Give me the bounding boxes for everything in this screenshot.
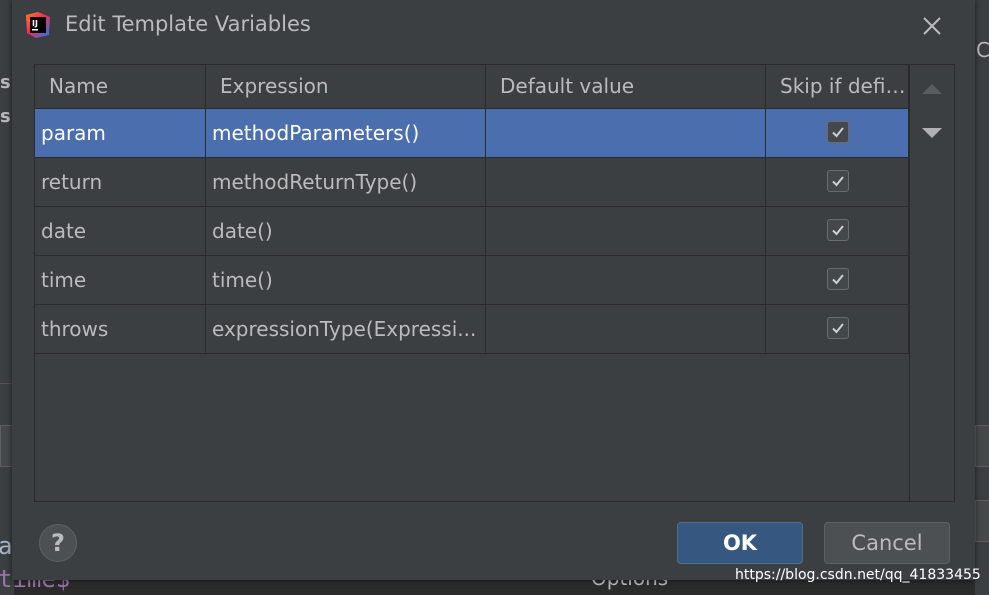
cell-name[interactable]: date bbox=[35, 207, 206, 256]
cancel-button[interactable]: Cancel bbox=[824, 522, 950, 564]
ide-left-text: s bbox=[0, 72, 11, 93]
variables-table-panel: Name Expression Default value Skip if de… bbox=[34, 64, 955, 502]
skip-if-defined-checkbox[interactable] bbox=[827, 121, 849, 143]
column-header-default-value[interactable]: Default value bbox=[486, 65, 766, 108]
table-header: Name Expression Default value Skip if de… bbox=[35, 65, 909, 109]
column-header-name[interactable]: Name bbox=[35, 65, 206, 108]
cell-expression[interactable]: time() bbox=[206, 256, 486, 305]
ide-right-field bbox=[975, 425, 989, 467]
skip-if-defined-checkbox[interactable] bbox=[827, 170, 849, 192]
move-up-icon[interactable] bbox=[918, 75, 946, 103]
cell-skip-if-defined bbox=[766, 109, 909, 158]
table-row[interactable]: throws expressionType(Expressi... bbox=[35, 305, 909, 354]
column-header-expression[interactable]: Expression bbox=[206, 65, 486, 108]
dialog-titlebar: IJ Edit Template Variables bbox=[12, 0, 975, 52]
dialog-title: Edit Template Variables bbox=[65, 12, 311, 36]
cell-skip-if-defined bbox=[766, 305, 909, 354]
ide-left-text: s bbox=[0, 106, 11, 127]
ide-right-field bbox=[975, 500, 989, 542]
cell-default-value[interactable] bbox=[486, 207, 766, 256]
cell-default-value[interactable] bbox=[486, 256, 766, 305]
table-row[interactable]: param methodParameters() bbox=[35, 109, 909, 158]
cell-default-value[interactable] bbox=[486, 305, 766, 354]
cell-name[interactable]: param bbox=[35, 109, 206, 158]
edit-template-variables-dialog: IJ Edit Template Variables Name Expressi… bbox=[12, 0, 975, 580]
cell-name[interactable]: throws bbox=[35, 305, 206, 354]
check-icon bbox=[832, 323, 844, 334]
cell-skip-if-defined bbox=[766, 207, 909, 256]
intellij-idea-icon: IJ bbox=[26, 12, 50, 38]
check-icon bbox=[832, 127, 844, 138]
variables-table: Name Expression Default value Skip if de… bbox=[35, 65, 910, 501]
ok-button[interactable]: OK bbox=[677, 522, 803, 564]
table-row[interactable]: return methodReturnType() bbox=[35, 158, 909, 207]
cell-expression[interactable]: expressionType(Expressi... bbox=[206, 305, 486, 354]
check-icon bbox=[832, 274, 844, 285]
cell-expression[interactable]: date() bbox=[206, 207, 486, 256]
close-icon[interactable] bbox=[918, 12, 946, 40]
skip-if-defined-checkbox[interactable] bbox=[827, 317, 849, 339]
ide-right-glyph: C bbox=[976, 38, 989, 62]
move-down-icon[interactable] bbox=[918, 119, 946, 147]
cell-expression[interactable]: methodReturnType() bbox=[206, 158, 486, 207]
cell-name[interactable]: time bbox=[35, 256, 206, 305]
cell-name[interactable]: return bbox=[35, 158, 206, 207]
check-icon bbox=[832, 176, 844, 187]
row-order-toolbar bbox=[911, 65, 954, 501]
skip-if-defined-checkbox[interactable] bbox=[827, 219, 849, 241]
cell-skip-if-defined bbox=[766, 256, 909, 305]
help-button[interactable]: ? bbox=[39, 524, 77, 562]
column-header-skip-if-defined[interactable]: Skip if defin... bbox=[766, 65, 909, 108]
cell-default-value[interactable] bbox=[486, 158, 766, 207]
watermark-url: https://blog.csdn.net/qq_41833455 bbox=[735, 567, 981, 583]
cell-default-value[interactable] bbox=[486, 109, 766, 158]
cell-skip-if-defined bbox=[766, 158, 909, 207]
check-icon bbox=[832, 225, 844, 236]
table-row[interactable]: time time() bbox=[35, 256, 909, 305]
table-row[interactable]: date date() bbox=[35, 207, 909, 256]
cell-expression[interactable]: methodParameters() bbox=[206, 109, 486, 158]
skip-if-defined-checkbox[interactable] bbox=[827, 268, 849, 290]
svg-text:IJ: IJ bbox=[32, 19, 38, 28]
